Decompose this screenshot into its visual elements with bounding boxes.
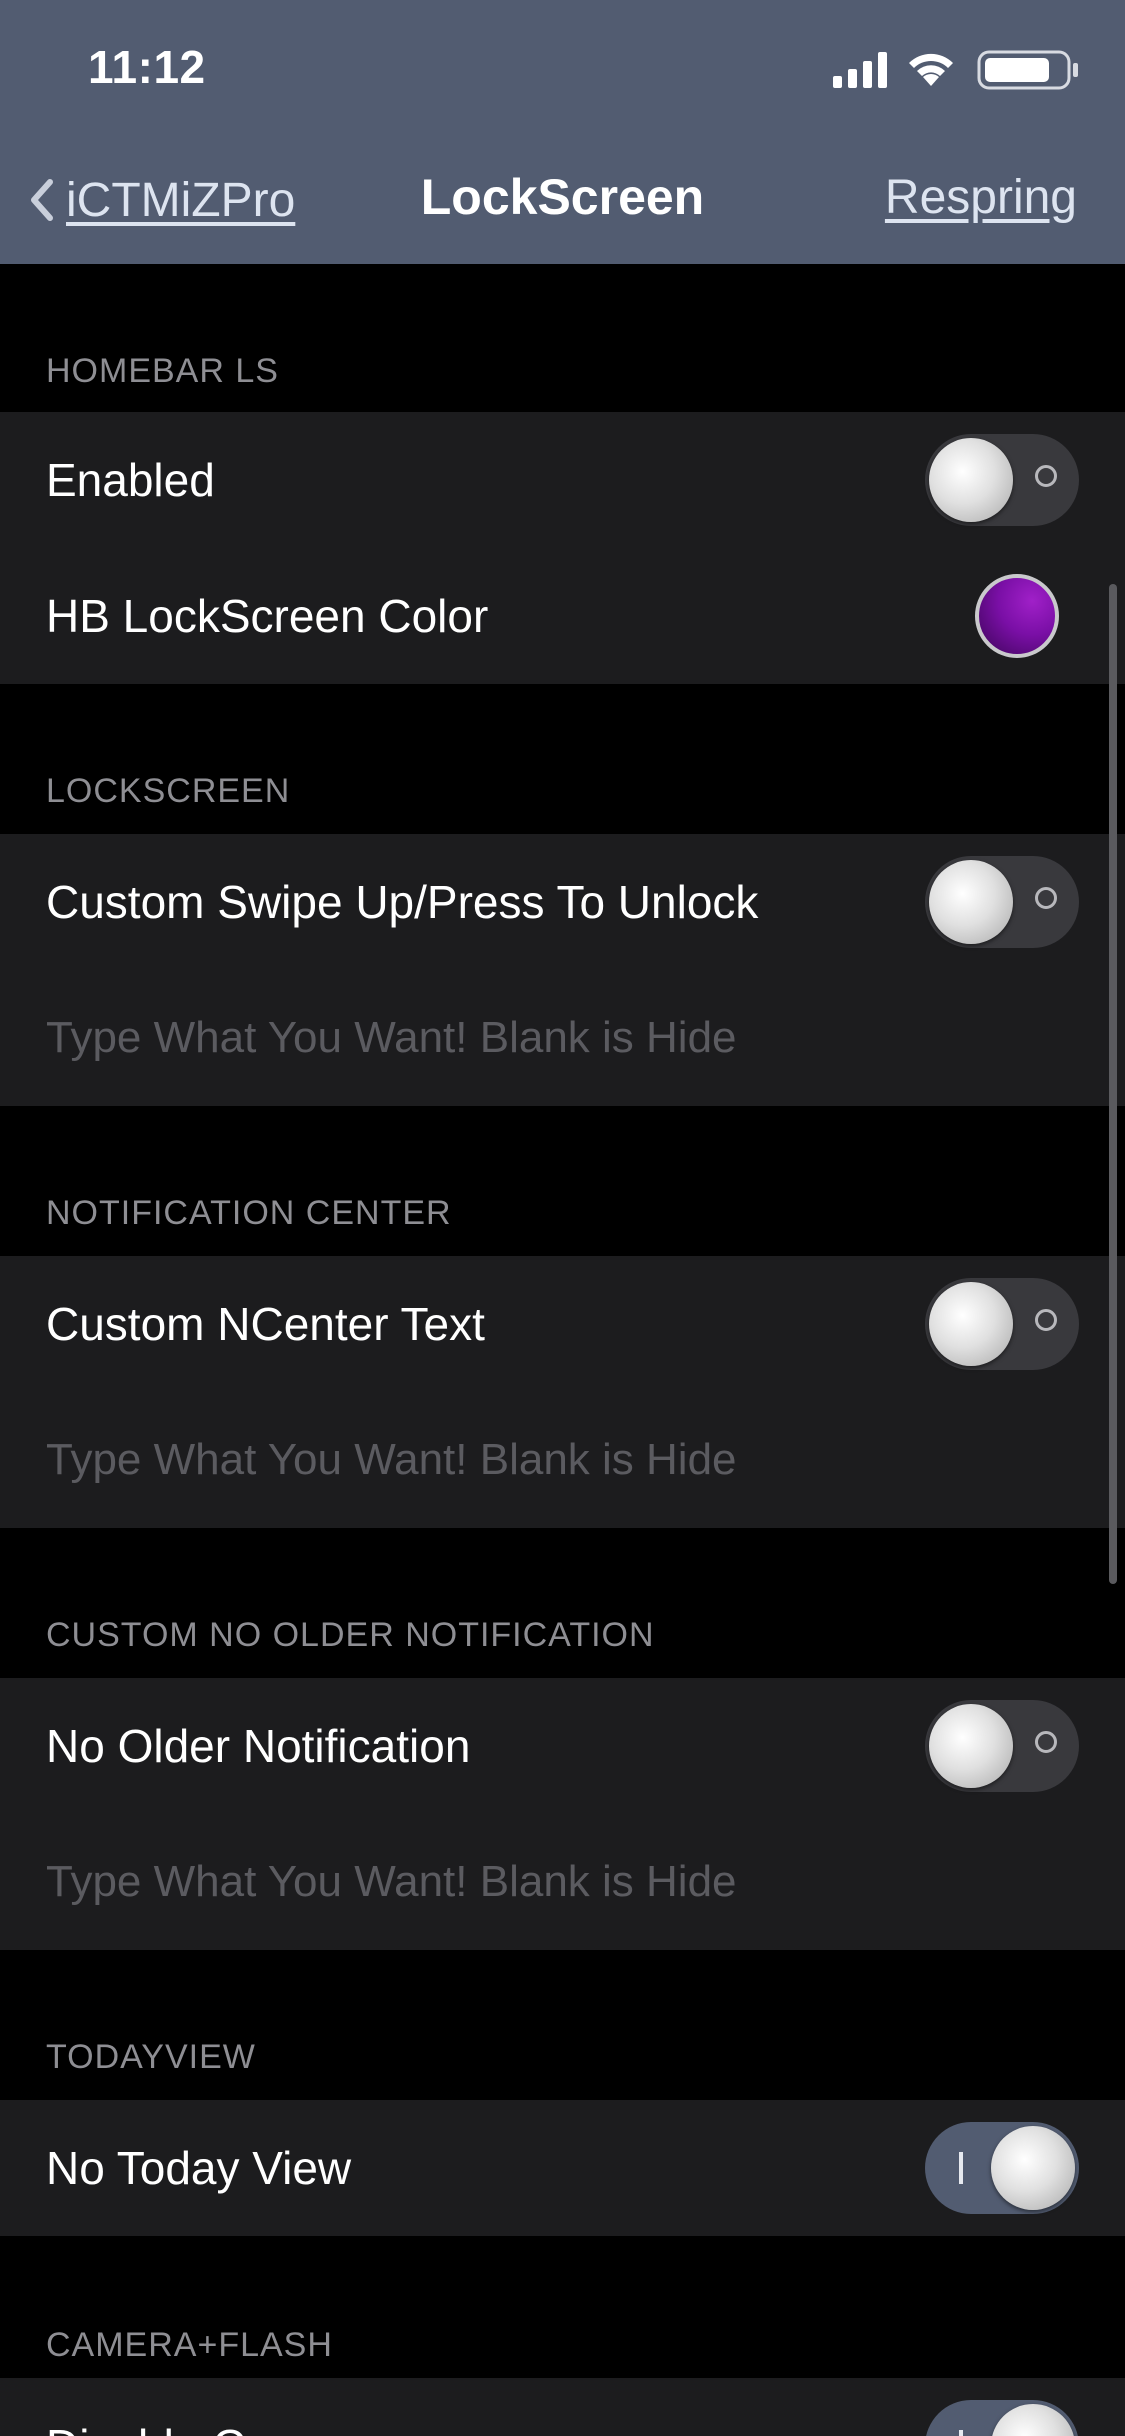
- group-homebar-ls: Enabled HB LockScreen Color: [0, 412, 1125, 684]
- wifi-icon: [909, 53, 953, 86]
- section-header-camera-flash: CAMERA+FLASH: [46, 2326, 333, 2364]
- toggle-off-icon: [1035, 1731, 1057, 1753]
- group-no-older-notification: No Older Notification: [0, 1678, 1125, 1950]
- toggle-knob: [929, 1704, 1013, 1788]
- no-older-text-field[interactable]: [46, 1857, 946, 1907]
- row-label: No Today View: [46, 2142, 352, 2194]
- group-camera-flash: Disable Camera: [0, 2378, 1125, 2436]
- toggle-on-icon: [959, 2430, 963, 2436]
- cellular-signal-icon: [833, 52, 887, 88]
- back-button[interactable]: iCTMiZPro: [26, 168, 295, 232]
- row-custom-ncenter-text[interactable]: Custom NCenter Text: [0, 1256, 1125, 1392]
- navigation-bar: 11:12 iCTMiZPro LockScreen Respring: [0, 0, 1125, 264]
- section-header-notification-center: NOTIFICATION CENTER: [46, 1194, 452, 1232]
- enabled-toggle[interactable]: [925, 434, 1079, 526]
- toggle-off-icon: [1035, 465, 1057, 487]
- row-no-older-text[interactable]: [0, 1814, 1125, 1950]
- settings-list[interactable]: HOMEBAR LS Enabled HB LockScreen Color L…: [0, 264, 1125, 2436]
- row-no-today-view[interactable]: No Today View: [0, 2100, 1125, 2236]
- row-label: Enabled: [46, 454, 215, 506]
- no-today-view-toggle[interactable]: [925, 2122, 1079, 2214]
- section-header-todayview: TODAYVIEW: [46, 2038, 256, 2076]
- toggle-knob: [929, 1282, 1013, 1366]
- row-enabled[interactable]: Enabled: [0, 412, 1125, 548]
- row-disable-camera[interactable]: Disable Camera: [0, 2378, 1125, 2436]
- group-todayview: No Today View: [0, 2100, 1125, 2236]
- section-header-custom-no-older-notification: CUSTOM NO OLDER NOTIFICATION: [46, 1616, 655, 1654]
- respring-button[interactable]: Respring: [885, 170, 1077, 225]
- ncenter-text-field[interactable]: [46, 1435, 946, 1485]
- color-swatch[interactable]: [975, 574, 1059, 658]
- row-label: HB LockScreen Color: [46, 590, 489, 642]
- row-label: Disable Camera: [46, 2419, 376, 2436]
- toggle-knob: [991, 2404, 1075, 2436]
- toggle-off-icon: [1035, 1309, 1057, 1331]
- row-custom-swipe-up[interactable]: Custom Swipe Up/Press To Unlock: [0, 834, 1125, 970]
- row-unlock-text[interactable]: [0, 970, 1125, 1106]
- battery-icon: [977, 50, 1078, 90]
- chevron-left-icon: [31, 179, 53, 221]
- toggle-knob: [929, 438, 1013, 522]
- toggle-knob: [929, 860, 1013, 944]
- custom-swipe-up-toggle[interactable]: [925, 856, 1079, 948]
- unlock-text-field[interactable]: [46, 1013, 946, 1063]
- row-label: No Older Notification: [46, 1720, 471, 1772]
- section-header-homebar-ls: HOMEBAR LS: [46, 352, 279, 390]
- row-hb-lockscreen-color[interactable]: HB LockScreen Color: [0, 548, 1125, 684]
- row-no-older-notification[interactable]: No Older Notification: [0, 1678, 1125, 1814]
- group-notification-center: Custom NCenter Text: [0, 1256, 1125, 1528]
- scrollbar[interactable]: [1109, 584, 1117, 1584]
- section-header-lockscreen: LOCKSCREEN: [46, 772, 291, 810]
- group-lockscreen: Custom Swipe Up/Press To Unlock: [0, 834, 1125, 1106]
- status-time: 11:12: [88, 41, 206, 93]
- row-label: Custom NCenter Text: [46, 1298, 485, 1350]
- back-label: iCTMiZPro: [66, 173, 296, 227]
- toggle-on-icon: [959, 2152, 963, 2184]
- disable-camera-toggle[interactable]: [925, 2400, 1079, 2436]
- row-ncenter-text[interactable]: [0, 1392, 1125, 1528]
- row-label: Custom Swipe Up/Press To Unlock: [46, 876, 759, 928]
- toggle-knob: [991, 2126, 1075, 2210]
- no-older-notification-toggle[interactable]: [925, 1700, 1079, 1792]
- custom-ncenter-toggle[interactable]: [925, 1278, 1079, 1370]
- toggle-off-icon: [1035, 887, 1057, 909]
